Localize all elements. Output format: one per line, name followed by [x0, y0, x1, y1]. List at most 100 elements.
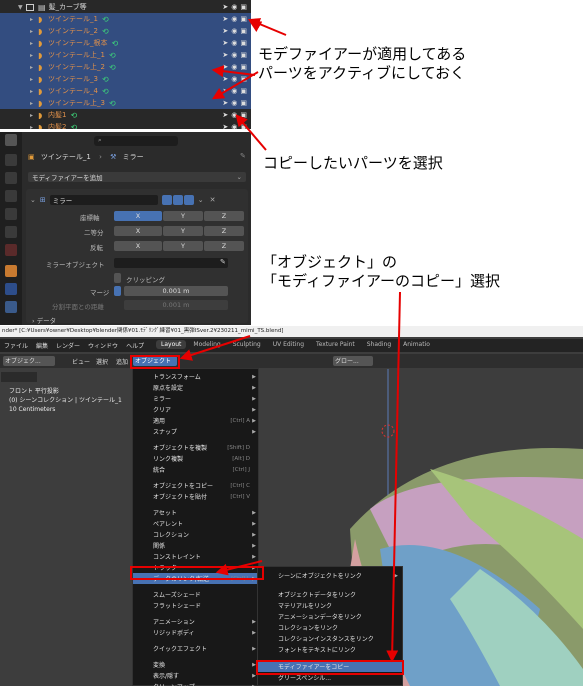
mirror-object-field[interactable]	[114, 258, 228, 268]
modifier-name-field[interactable]: ミラー	[49, 194, 158, 205]
object-menu-item[interactable]: トランスフォーム ▶	[133, 371, 258, 382]
camera-icon[interactable]: ▣	[240, 75, 247, 83]
expand-arrow-icon[interactable]: ▸	[30, 64, 38, 71]
object-menu-item[interactable]: リンク複製 [Alt] D	[133, 453, 258, 464]
object-menu-item[interactable]: オブジェクトをコピー [Ctrl] C	[133, 480, 258, 491]
expand-arrow-icon[interactable]: ▸	[30, 100, 38, 107]
select-arrow-icon[interactable]: ➤	[222, 15, 228, 23]
link-submenu-item[interactable]: オブジェクトデータをリンク	[258, 589, 402, 600]
object-menu-item[interactable]: リジッドボディ ▶	[133, 627, 258, 638]
link-submenu-item[interactable]: コレクションインスタンスをリンク	[258, 633, 402, 644]
camera-icon[interactable]: ▣	[240, 39, 247, 47]
output-tab-icon[interactable]	[5, 190, 17, 202]
link-submenu-item[interactable]: アニメーションデータをリンク	[258, 611, 402, 622]
select-arrow-icon[interactable]: ➤	[222, 63, 228, 71]
select-arrow-icon[interactable]: ➤	[222, 75, 228, 83]
menubar-item[interactable]: ファイル	[4, 341, 28, 350]
axis-z-toggle[interactable]: Z	[204, 211, 244, 221]
camera-icon[interactable]: ▣	[240, 99, 247, 107]
camera-icon[interactable]: ▣	[240, 27, 247, 35]
outliner-row[interactable]: ▸ ◗ ツインテール上_1 ⟲ ➤ ◉ ▣	[0, 49, 251, 61]
select-arrow-icon[interactable]: ➤	[222, 51, 228, 59]
select-arrow-icon[interactable]: ➤	[222, 87, 228, 95]
camera-icon[interactable]: ▣	[240, 51, 247, 59]
outliner-row[interactable]: ▸ ◗ 内髪2 ⟲ ➤ ◉ ▣	[0, 121, 251, 130]
expand-arrow-icon[interactable]: ▸	[30, 40, 38, 47]
properties-search[interactable]: ⌕	[28, 135, 248, 147]
dropdown-icon[interactable]: ⌄	[198, 196, 204, 204]
outliner-row[interactable]: ▸ ◗ ツインテール上_3 ⟲ ➤ ◉ ▣	[0, 97, 251, 109]
view-layer-tab-icon[interactable]	[5, 208, 17, 220]
workspace-tab[interactable]: Animatio	[398, 340, 435, 349]
expand-arrow-icon[interactable]: ▸	[30, 28, 38, 35]
eye-icon[interactable]: ◉	[231, 99, 237, 107]
eye-icon[interactable]: ◉	[231, 123, 237, 129]
particles-tab-icon[interactable]	[5, 301, 17, 313]
select-arrow-icon[interactable]: ➤	[222, 99, 228, 107]
view-menu[interactable]: ビュー	[72, 357, 90, 366]
add-modifier-dropdown[interactable]: モディファイアーを追加 ⌄	[28, 172, 246, 182]
search-icon[interactable]: ⌕	[94, 136, 178, 146]
mode-dropdown[interactable]: オブジェク...	[3, 356, 55, 366]
outliner-row[interactable]: ▸ ◗ ツインテール_4 ⟲ ➤ ◉ ▣	[0, 85, 251, 97]
tool-tab-icon[interactable]	[5, 154, 17, 166]
camera-icon[interactable]: ▣	[240, 111, 247, 119]
bisect-z-toggle[interactable]: Z	[204, 226, 244, 236]
render-tab-icon[interactable]	[5, 172, 17, 184]
bisect-x-toggle[interactable]: X	[114, 226, 162, 236]
workspace-tab[interactable]: Sculpting	[228, 340, 266, 349]
camera-icon[interactable]: ▣	[240, 63, 247, 71]
object-menu-item[interactable]: オブジェクトを貼付 [Ctrl] V	[133, 491, 258, 502]
collapse-arrow-icon[interactable]: ⌄	[30, 196, 36, 204]
link-submenu-item[interactable]: シーンにオブジェクトをリンク ▶	[258, 570, 402, 581]
workspace-tab[interactable]: Shading	[362, 340, 396, 349]
eye-icon[interactable]: ◉	[231, 111, 237, 119]
outliner-row[interactable]: ▸ ◗ 内髪1 ⟲ ➤ ◉ ▣	[0, 109, 251, 121]
world-tab-icon[interactable]	[5, 244, 17, 256]
eye-icon[interactable]: ◉	[231, 75, 237, 83]
camera-icon[interactable]: ▣	[240, 3, 247, 11]
data-subpanel[interactable]: › データ	[32, 315, 56, 325]
object-menu-item[interactable]: コレクション ▶	[133, 529, 258, 540]
menubar-item[interactable]: ウィンドウ	[88, 341, 118, 350]
editor-type-icon[interactable]	[5, 134, 17, 146]
viewport-toggle-icon[interactable]	[172, 194, 183, 205]
select-arrow-icon[interactable]: ➤	[222, 3, 228, 11]
outliner-row[interactable]: ▸ ◗ ツインテール_1 ⟲ ➤ ◉ ▣	[0, 13, 251, 25]
outliner-collection-row[interactable]: ▼ ▤ 髪_カーブ等 ➤ ◉ ▣	[0, 1, 251, 13]
expand-arrow-icon[interactable]: ▸	[30, 52, 38, 59]
merge-checkbox[interactable]	[114, 286, 121, 296]
camera-icon[interactable]: ▣	[240, 15, 247, 23]
object-menu-item[interactable]: オブジェクトを複製 [Shift] D	[133, 442, 258, 453]
workspace-tab[interactable]: Layout	[156, 340, 187, 349]
object-menu-item[interactable]: 関係 ▶	[133, 540, 258, 551]
outliner-row[interactable]: ▸ ◗ ツインテール_根本 ⟲ ➤ ◉ ▣	[0, 37, 251, 49]
object-menu-item[interactable]: アセット ▶	[133, 507, 258, 518]
modifier-tab-icon[interactable]	[5, 283, 17, 295]
expand-arrow-icon[interactable]: ▸	[30, 124, 38, 130]
camera-icon[interactable]: ▣	[240, 87, 247, 95]
object-menu-item[interactable]: 変換 ▶	[133, 659, 258, 670]
close-icon[interactable]: ✕	[210, 196, 216, 204]
eye-icon[interactable]: ◉	[231, 39, 237, 47]
collapse-arrow-icon[interactable]: ▼	[18, 4, 26, 11]
object-tab-icon[interactable]	[5, 265, 17, 277]
expand-arrow-icon[interactable]: ▸	[30, 16, 38, 23]
pin-icon[interactable]: ✎	[240, 152, 246, 160]
select-arrow-icon[interactable]: ➤	[222, 27, 228, 35]
object-menu-item[interactable]: クリア ▶	[133, 404, 258, 415]
object-menu-item[interactable]: スムーズシェード	[133, 589, 258, 600]
object-menu-item[interactable]: クイックエフェクト ▶	[133, 643, 258, 654]
eye-icon[interactable]: ◉	[231, 15, 237, 23]
expand-arrow-icon[interactable]: ▸	[30, 88, 38, 95]
eye-icon[interactable]: ◉	[231, 27, 237, 35]
expand-arrow-icon[interactable]: ▸	[30, 112, 38, 119]
object-menu-item[interactable]: スナップ ▶	[133, 426, 258, 437]
merge-distance-field[interactable]: 0.001 m	[124, 286, 228, 296]
select-arrow-icon[interactable]: ➤	[222, 123, 228, 129]
menubar-item[interactable]: レンダー	[56, 341, 80, 350]
select-menu[interactable]: 選択	[96, 357, 108, 366]
object-menu-item[interactable]: コンストレイント ▶	[133, 551, 258, 562]
workspace-tab[interactable]: UV Editing	[268, 340, 309, 349]
outliner-row[interactable]: ▸ ◗ ツインテール上_2 ⟲ ➤ ◉ ▣	[0, 61, 251, 73]
